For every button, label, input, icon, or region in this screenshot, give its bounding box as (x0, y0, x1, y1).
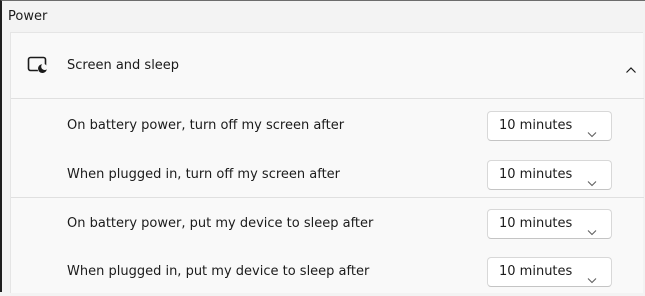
setting-row-battery-screen: On battery power, turn off my screen aft… (11, 101, 644, 150)
setting-label: On battery power, put my device to sleep… (67, 216, 374, 231)
dropdown-value: 10 minutes (499, 264, 573, 279)
setting-row-battery-sleep: On battery power, put my device to sleep… (11, 199, 644, 248)
battery-screen-timeout-dropdown[interactable]: 10 minutes (487, 111, 612, 141)
page-title: Power (8, 9, 48, 24)
chevron-down-icon (587, 172, 597, 187)
screen-and-sleep-header[interactable]: Screen and sleep (11, 33, 644, 99)
setting-label: When plugged in, turn off my screen afte… (67, 167, 341, 182)
screen-sleep-icon (27, 56, 49, 74)
dropdown-value: 10 minutes (499, 167, 573, 182)
chevron-up-icon[interactable] (625, 60, 637, 73)
chevron-down-icon (587, 221, 597, 236)
setting-row-plugged-sleep: When plugged in, put my device to sleep … (11, 247, 644, 296)
section-title: Screen and sleep (67, 58, 180, 73)
chevron-down-icon (587, 123, 597, 138)
setting-label: When plugged in, put my device to sleep … (67, 264, 370, 279)
chevron-down-icon (587, 269, 597, 284)
screen-and-sleep-panel: Screen and sleep On battery power, turn … (10, 32, 644, 296)
settings-window: Power Screen and sleep On battery power,… (0, 0, 645, 296)
dropdown-value: 10 minutes (499, 118, 573, 133)
plugged-sleep-timeout-dropdown[interactable]: 10 minutes (487, 257, 612, 287)
setting-row-plugged-screen: When plugged in, turn off my screen afte… (11, 150, 644, 199)
divider (11, 197, 644, 198)
dropdown-value: 10 minutes (499, 216, 573, 231)
battery-sleep-timeout-dropdown[interactable]: 10 minutes (487, 209, 612, 239)
plugged-screen-timeout-dropdown[interactable]: 10 minutes (487, 160, 612, 190)
setting-label: On battery power, turn off my screen aft… (67, 118, 345, 133)
